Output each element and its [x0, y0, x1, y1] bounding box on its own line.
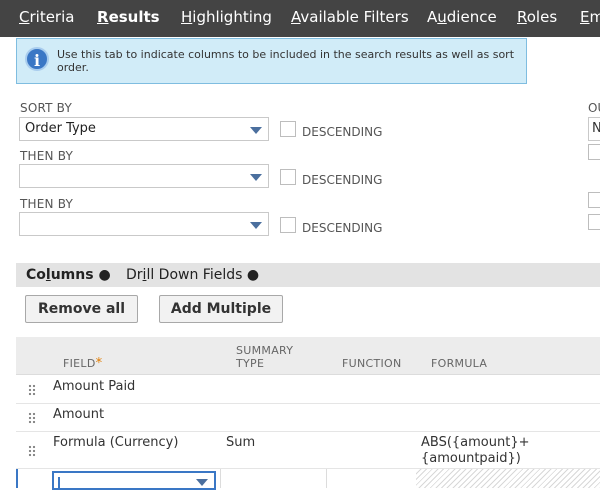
column-divider	[326, 469, 327, 488]
sort-by-select[interactable]: Order Type	[19, 117, 269, 141]
row-field: Formula (Currency)	[53, 435, 179, 450]
tab-criteria[interactable]: Criteria	[19, 8, 74, 26]
tab-bar: Criteria Results Highlighting Available …	[0, 0, 600, 37]
chevron-down-icon	[250, 222, 262, 229]
chevron-down-icon	[250, 174, 262, 181]
table-header: FIELD* SUMMARY TYPE FUNCTION FORMULA	[16, 337, 600, 375]
row-summary-type: Sum	[226, 435, 256, 450]
info-banner: i Use this tab to indicate columns to be…	[16, 38, 527, 84]
sort-by-value: Order Type	[25, 121, 96, 136]
remove-all-button[interactable]: Remove all	[25, 295, 138, 323]
tab-results[interactable]: Results	[97, 8, 160, 26]
tab-roles[interactable]: Roles	[517, 8, 557, 26]
header-function: FUNCTION	[342, 357, 402, 370]
then-by-2-select[interactable]	[19, 212, 269, 236]
add-multiple-button[interactable]: Add Multiple	[159, 295, 283, 323]
drag-handle-icon[interactable]	[28, 412, 36, 424]
table-row[interactable]: Amount Paid	[16, 375, 600, 404]
text-cursor	[58, 477, 60, 489]
then-by-2-descending-checkbox[interactable]	[280, 217, 296, 233]
sort-by-label: SORT BY	[20, 101, 72, 115]
subtab-columns[interactable]: Columns ●	[26, 267, 111, 283]
required-marker: *	[95, 356, 103, 371]
then-by-2-label: THEN BY	[20, 197, 74, 211]
header-formula: FORMULA	[431, 357, 488, 370]
then-by-1-select[interactable]	[19, 164, 269, 188]
right-panel-checkbox[interactable]	[588, 192, 600, 208]
then-by-1-descending-label: DESCENDING	[302, 173, 383, 187]
chevron-down-icon	[250, 127, 262, 134]
table-row[interactable]: Amount	[16, 404, 600, 432]
tab-audience[interactable]: Audience	[427, 8, 497, 26]
right-panel-input[interactable]: N	[588, 117, 600, 141]
header-field: FIELD*	[63, 356, 103, 371]
row-formula: ABS({amount}+ {amountpaid})	[421, 435, 530, 466]
table-edit-row[interactable]	[16, 469, 600, 490]
tab-em[interactable]: Em	[580, 8, 600, 26]
subtab-drill-down-fields[interactable]: Drill Down Fields ●	[126, 267, 259, 283]
then-by-1-label: THEN BY	[20, 149, 74, 163]
formula-disabled-area	[416, 469, 600, 488]
sort-by-descending-label: DESCENDING	[302, 125, 383, 139]
right-panel-label: OU	[588, 101, 600, 115]
column-divider	[220, 469, 221, 488]
then-by-1-descending-checkbox[interactable]	[280, 169, 296, 185]
drag-handle-icon[interactable]	[28, 445, 36, 457]
row-indicator	[16, 469, 18, 488]
info-icon: i	[25, 47, 49, 71]
chevron-down-icon	[196, 479, 208, 486]
tab-available-filters[interactable]: Available Filters	[291, 8, 409, 26]
drag-handle-icon[interactable]	[28, 384, 36, 396]
field-select[interactable]	[52, 471, 216, 490]
right-panel-checkbox[interactable]	[588, 214, 600, 230]
right-panel-checkbox[interactable]	[588, 144, 600, 160]
row-field: Amount Paid	[53, 379, 136, 394]
row-field: Amount	[53, 407, 105, 422]
tab-highlighting[interactable]: Highlighting	[181, 8, 272, 26]
info-text: Use this tab to indicate columns to be i…	[57, 48, 515, 74]
table-row[interactable]: Formula (Currency) Sum ABS({amount}+ {amo…	[16, 432, 600, 469]
sort-by-descending-checkbox[interactable]	[280, 121, 296, 137]
subtab-bar: Columns ● Drill Down Fields ●	[16, 263, 600, 287]
header-summary-type: SUMMARY TYPE	[236, 344, 294, 370]
then-by-2-descending-label: DESCENDING	[302, 221, 383, 235]
